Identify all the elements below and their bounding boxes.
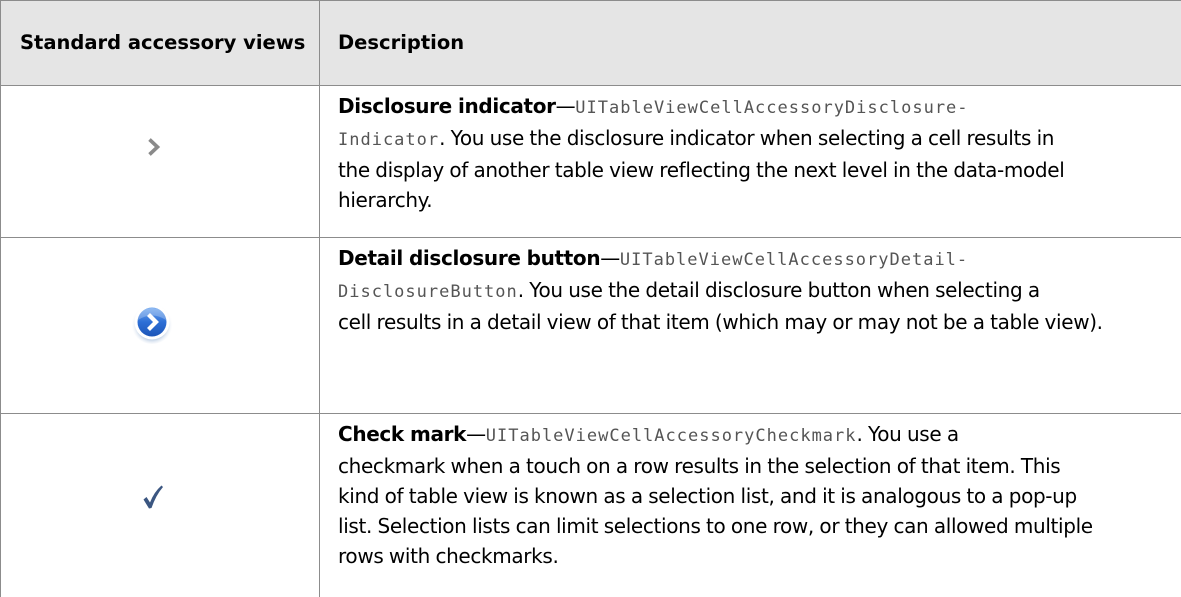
description-cell: Check mark—UITableViewCellAccessoryCheck… bbox=[338, 419, 1168, 571]
description-line: Disclosure indicator—UITableViewCellAcce… bbox=[338, 91, 1168, 123]
description-line: the display of another table view reflec… bbox=[338, 158, 1065, 182]
column-divider bbox=[319, 0, 320, 597]
term-disclosure-indicator: Disclosure indicator bbox=[338, 94, 556, 118]
disclosure-indicator-icon bbox=[148, 138, 161, 156]
description-line: rows with checkmarks. bbox=[338, 544, 559, 568]
icon-cell bbox=[1, 86, 319, 237]
code-constant: DisclosureButton bbox=[338, 282, 518, 302]
description-line: cell results in a detail view of that it… bbox=[338, 310, 1103, 334]
description-line: Detail disclosure button—UITableViewCell… bbox=[338, 243, 1168, 275]
table-header: Standard accessory views Description bbox=[1, 0, 1181, 86]
checkmark-icon bbox=[143, 485, 163, 509]
icon-cell bbox=[1, 414, 319, 597]
term-detail-disclosure-button: Detail disclosure button bbox=[338, 246, 601, 270]
description-line: checkmark when a touch on a row results … bbox=[338, 454, 1061, 478]
description-text: . You use the detail disclosure button w… bbox=[517, 278, 1040, 302]
description-cell: Detail disclosure button—UITableViewCell… bbox=[338, 243, 1168, 337]
code-constant: UITableViewCellAccessoryCheckmark bbox=[485, 426, 857, 446]
table-row-detail-disclosure-button: Detail disclosure button—UITableViewCell… bbox=[1, 238, 1181, 414]
description-line: Check mark—UITableViewCellAccessoryCheck… bbox=[338, 419, 1168, 451]
description-line: Indicator. You use the disclosure indica… bbox=[338, 123, 1168, 155]
code-constant: Indicator bbox=[338, 130, 440, 150]
description-text: . You use a bbox=[856, 422, 960, 446]
description-line: hierarchy. bbox=[338, 188, 433, 212]
icon-cell bbox=[1, 238, 319, 413]
description-line: kind of table view is known as a selecti… bbox=[338, 484, 1077, 508]
header-standard-accessory-views: Standard accessory views bbox=[20, 31, 306, 54]
description-line: DisclosureButton. You use the detail dis… bbox=[338, 275, 1168, 307]
term-check-mark: Check mark bbox=[338, 422, 467, 446]
code-constant: UITableViewCellAccessoryDetail- bbox=[619, 250, 969, 270]
header-description: Description bbox=[338, 31, 465, 54]
code-constant: UITableViewCellAccessoryDisclosure- bbox=[575, 98, 969, 118]
table-row-check-mark: Check mark—UITableViewCellAccessoryCheck… bbox=[1, 414, 1181, 597]
em-dash: — bbox=[600, 246, 620, 270]
accessory-views-table: Standard accessory views Description Dis… bbox=[0, 0, 1181, 597]
description-cell: Disclosure indicator—UITableViewCellAcce… bbox=[338, 91, 1168, 215]
detail-disclosure-button-icon bbox=[131, 302, 173, 344]
description-line: list. Selection lists can limit selectio… bbox=[338, 514, 1093, 538]
description-text: . You use the disclosure indicator when … bbox=[439, 126, 1055, 150]
table-row-disclosure-indicator: Disclosure indicator—UITableViewCellAcce… bbox=[1, 86, 1181, 238]
em-dash: — bbox=[466, 422, 486, 446]
em-dash: — bbox=[555, 94, 576, 118]
